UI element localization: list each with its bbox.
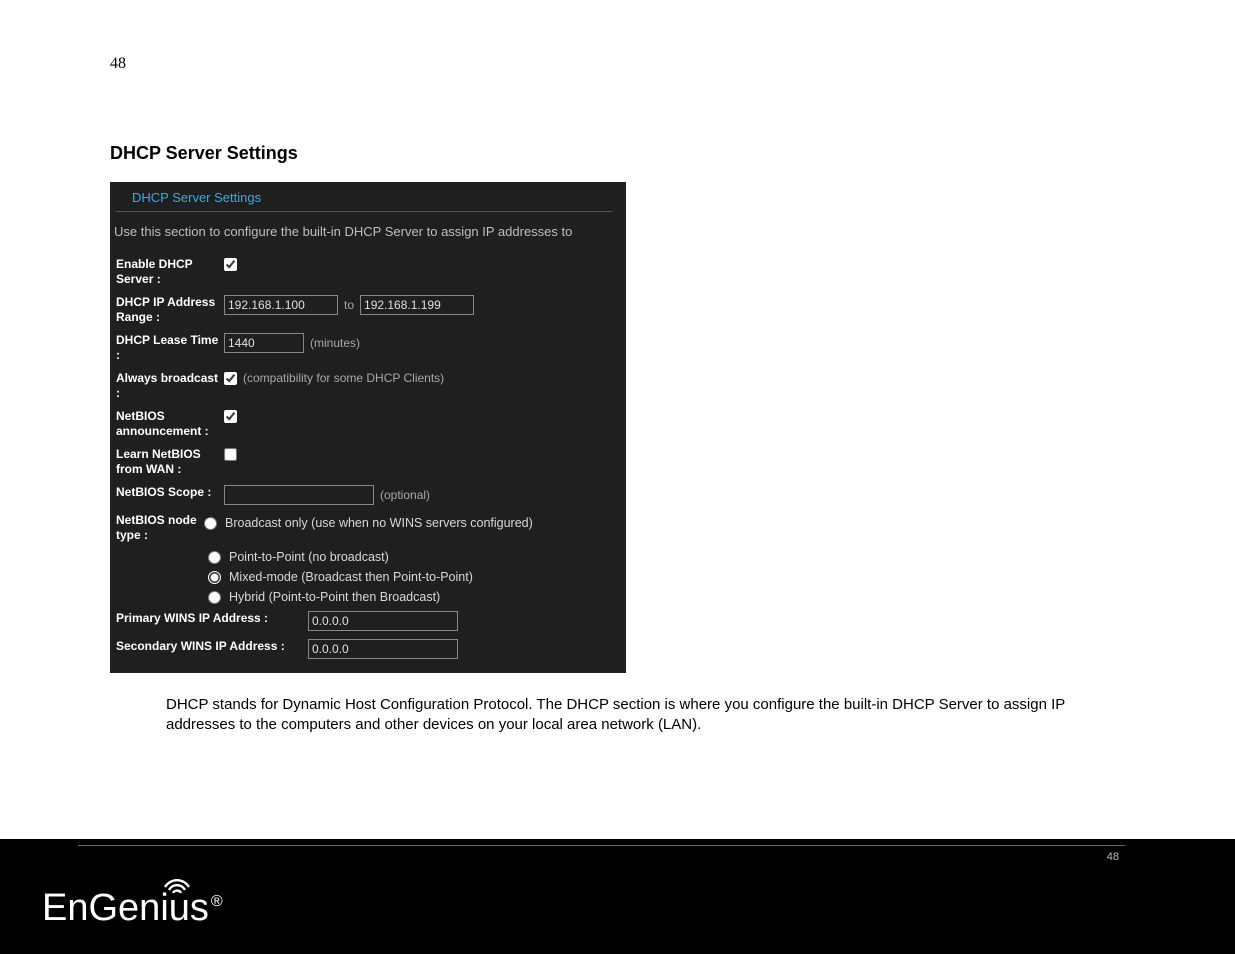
broadcast-hint: (compatibility for some DHCP Clients) (243, 371, 444, 385)
lease-time-input[interactable] (224, 333, 304, 353)
secondary-wins-input[interactable] (308, 639, 458, 659)
enable-dhcp-checkbox[interactable] (224, 258, 237, 271)
always-broadcast-checkbox[interactable] (224, 372, 237, 385)
node-broadcast-text: Broadcast only (use when no WINS servers… (225, 516, 533, 530)
dhcp-settings-panel: DHCP Server Settings Use this section to… (110, 182, 626, 673)
node-hybrid-text: Hybrid (Point-to-Point then Broadcast) (229, 590, 440, 604)
range-to-text: to (344, 298, 354, 312)
always-broadcast-label: Always broadcast : (116, 371, 224, 401)
footer-page-number: 48 (1107, 851, 1119, 863)
lease-time-label: DHCP Lease Time : (116, 333, 224, 363)
lease-hint: (minutes) (310, 336, 360, 350)
section-title: DHCP Server Settings (110, 143, 1125, 164)
node-mixed-radio[interactable] (208, 571, 221, 584)
page-number-top: 48 (110, 55, 1125, 73)
primary-wins-label: Primary WINS IP Address : (116, 611, 308, 626)
explanation-text: DHCP stands for Dynamic Host Configurati… (166, 695, 1076, 736)
secondary-wins-label: Secondary WINS IP Address : (116, 639, 308, 654)
netbios-node-type-label: NetBIOS node type : (116, 513, 204, 543)
node-broadcast-radio[interactable] (204, 517, 217, 530)
registered-icon: ® (211, 893, 223, 910)
netbios-announcement-checkbox[interactable] (224, 410, 237, 423)
netbios-scope-input[interactable] (224, 485, 374, 505)
node-ptp-radio[interactable] (208, 551, 221, 564)
brand-logo: EnGeni us® (42, 887, 223, 930)
wifi-icon (162, 869, 192, 893)
learn-netbios-wan-label: Learn NetBIOS from WAN : (116, 447, 224, 477)
netbios-announcement-label: NetBIOS announcement : (116, 409, 224, 439)
learn-netbios-wan-checkbox[interactable] (224, 448, 237, 461)
node-hybrid-radio[interactable] (208, 591, 221, 604)
primary-wins-input[interactable] (308, 611, 458, 631)
enable-dhcp-label: Enable DHCP Server : (116, 257, 224, 287)
panel-header: DHCP Server Settings (116, 188, 612, 212)
scope-hint: (optional) (380, 488, 430, 502)
panel-description: Use this section to configure the built-… (110, 218, 626, 253)
ip-range-label: DHCP IP Address Range : (116, 295, 224, 325)
footer-divider (78, 845, 1125, 846)
ip-range-end-input[interactable] (360, 295, 474, 315)
node-mixed-text: Mixed-mode (Broadcast then Point-to-Poin… (229, 570, 473, 584)
page-footer: 48 EnGeni us® (0, 839, 1235, 954)
netbios-scope-label: NetBIOS Scope : (116, 485, 224, 500)
ip-range-start-input[interactable] (224, 295, 338, 315)
node-ptp-text: Point-to-Point (no broadcast) (229, 550, 389, 564)
